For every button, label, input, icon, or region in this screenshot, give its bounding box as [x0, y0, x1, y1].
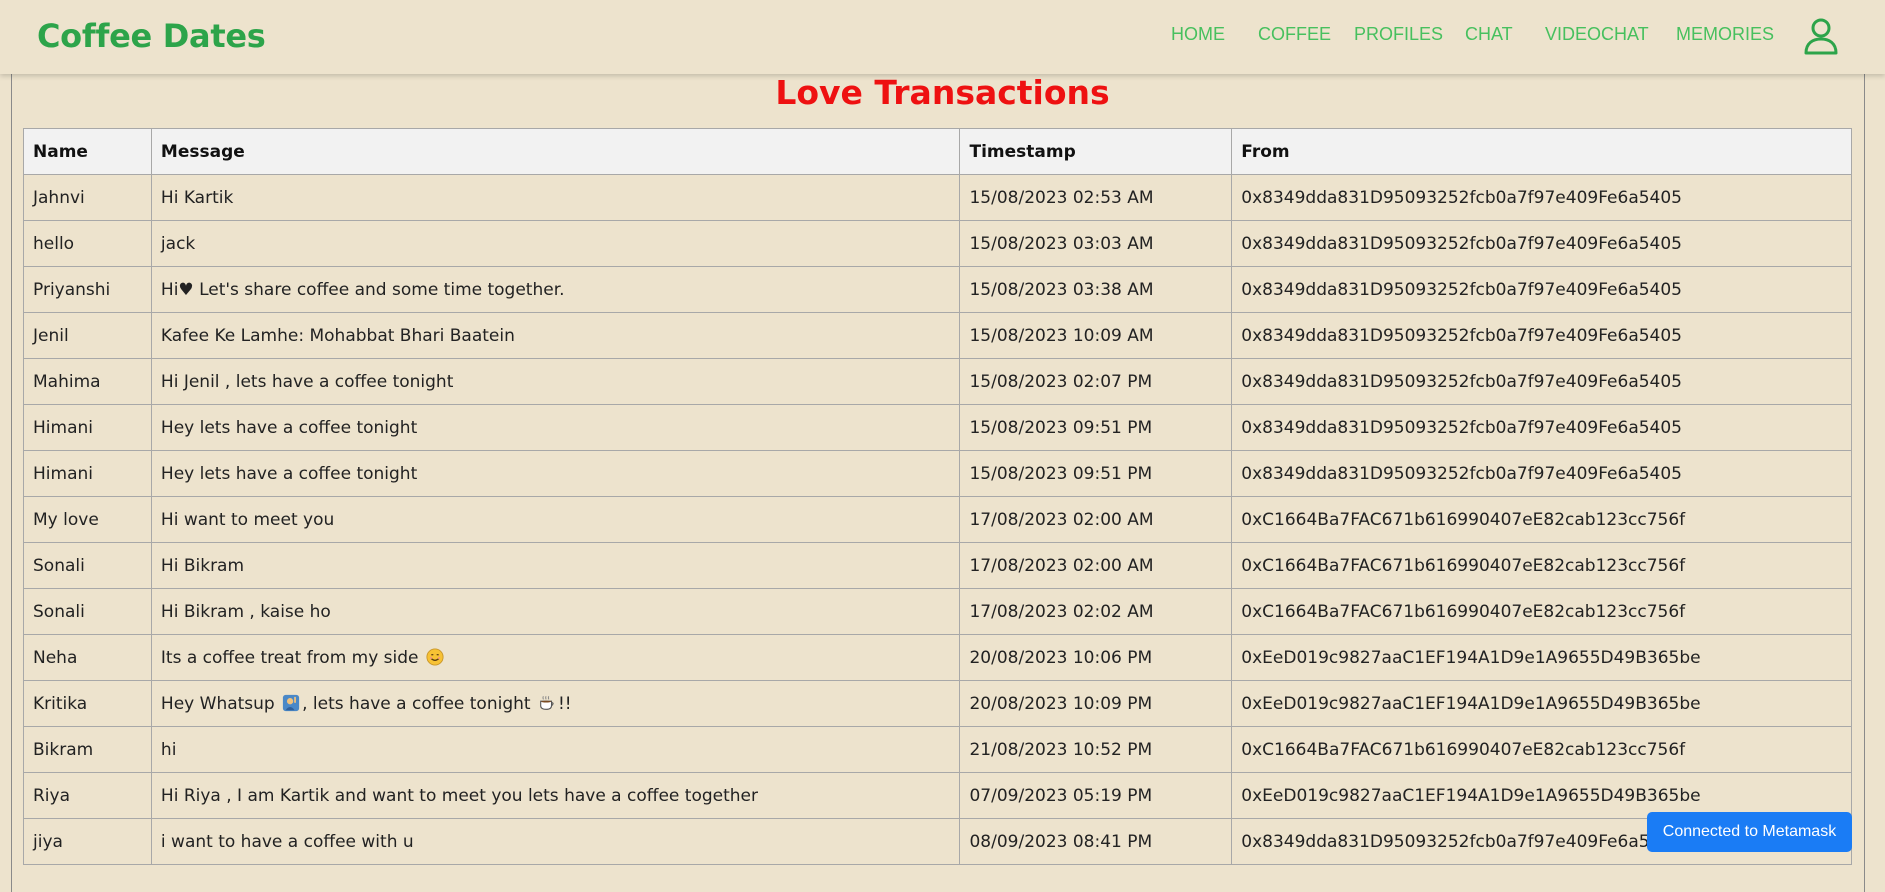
table-row: Himani Hey lets have a coffee tonight 15… [23, 404, 1852, 451]
cell-from: 0xEeD019c9827aaC1EF194A1D9e1A9655D49B365… [1231, 634, 1852, 681]
cell-name: Bikram [23, 726, 152, 773]
cell-from: 0x8349dda831D95093252fcb0a7f97e409Fe6a54… [1231, 266, 1852, 313]
table-row: Riya Hi Riya , I am Kartik and want to m… [23, 772, 1852, 819]
top-navbar: Coffee Dates HOME COFFEE PROFILES CHAT V… [0, 0, 1885, 74]
brand-logo[interactable]: Coffee Dates [37, 17, 266, 55]
cell-timestamp: 15/08/2023 09:51 PM [959, 450, 1233, 497]
table-row: Mahima Hi Jenil , lets have a coffee ton… [23, 358, 1852, 405]
cell-message: Hi want to meet you [150, 496, 961, 543]
cell-timestamp: 15/08/2023 02:53 AM [959, 174, 1233, 221]
smiling-face-icon [426, 647, 444, 666]
cell-timestamp: 17/08/2023 02:00 AM [959, 496, 1233, 543]
cell-from: 0x8349dda831D95093252fcb0a7f97e409Fe6a54… [1231, 358, 1852, 405]
person-raising-hand-icon [283, 694, 300, 711]
cell-name: Mahima [23, 358, 152, 405]
message-text-part: , lets have a coffee tonight [302, 693, 536, 714]
cell-name: Sonali [23, 588, 152, 635]
cell-message: Kafee Ke Lamhe: Mohabbat Bhari Baatein [150, 312, 961, 359]
cell-message: i want to have a coffee with u [150, 818, 961, 865]
hot-beverage-icon [540, 695, 554, 710]
cell-message: Hey lets have a coffee tonight [150, 450, 961, 497]
cell-timestamp: 08/09/2023 08:41 PM [959, 818, 1233, 865]
table-row: My love Hi want to meet you 17/08/2023 0… [23, 496, 1852, 543]
column-header-timestamp: Timestamp [959, 128, 1233, 175]
cell-message: Hi♥ Let's share coffee and some time tog… [150, 266, 961, 313]
table-row: Bikram hi 21/08/2023 10:52 PM 0xC1664Ba7… [23, 726, 1852, 773]
cell-from: 0xC1664Ba7FAC671b616990407eE82cab123cc75… [1231, 542, 1852, 589]
cell-name: Jenil [23, 312, 152, 359]
table-row: jiya i want to have a coffee with u 08/0… [23, 818, 1852, 865]
column-header-from: From [1231, 128, 1852, 175]
cell-name: Priyanshi [23, 266, 152, 313]
cell-from: 0x8349dda831D95093252fcb0a7f97e409Fe6a54… [1231, 404, 1852, 451]
cell-timestamp: 17/08/2023 02:02 AM [959, 588, 1233, 635]
cell-timestamp: 15/08/2023 10:09 AM [959, 312, 1233, 359]
cell-timestamp: 17/08/2023 02:00 AM [959, 542, 1233, 589]
cell-from: 0x8349dda831D95093252fcb0a7f97e409Fe6a54… [1231, 220, 1852, 267]
table-header-row: Name Message Timestamp From [23, 128, 1852, 175]
message-text-part: !! [557, 693, 572, 714]
cell-name: hello [23, 220, 152, 267]
page-title: Love Transactions [775, 73, 1110, 112]
cell-message: Hi Kartik [150, 174, 961, 221]
user-icon[interactable] [1803, 17, 1839, 55]
cell-timestamp: 07/09/2023 05:19 PM [959, 772, 1233, 819]
cell-message: Hi Jenil , lets have a coffee tonight [150, 358, 961, 405]
cell-message: jack [150, 220, 961, 267]
cell-name: Jahnvi [23, 174, 152, 221]
nav-coffee[interactable]: COFFEE [1258, 24, 1331, 45]
table-row: Himani Hey lets have a coffee tonight 15… [23, 450, 1852, 497]
table-row: Kritika Hey Whatsup , lets have a coffee… [23, 680, 1852, 727]
nav-home[interactable]: HOME [1171, 24, 1225, 45]
nav-memories[interactable]: MEMORIES [1676, 24, 1774, 45]
cell-message: Hi Bikram , kaise ho [150, 588, 961, 635]
metamask-status-button[interactable]: Connected to Metamask [1647, 812, 1852, 852]
table-row: Sonali Hi Bikram , kaise ho 17/08/2023 0… [23, 588, 1852, 635]
cell-timestamp: 20/08/2023 10:09 PM [959, 680, 1233, 727]
cell-name: Himani [23, 450, 152, 497]
cell-message: Hi Riya , I am Kartik and want to meet y… [150, 772, 961, 819]
cell-name: Sonali [23, 542, 152, 589]
transactions-table: Name Message Timestamp From Jahnvi Hi Ka… [23, 128, 1852, 865]
message-text: Its a coffee treat from my side [160, 647, 419, 668]
table-row: Neha Its a coffee treat from my side 20/… [23, 634, 1852, 681]
table-row: Priyanshi Hi♥ Let's share coffee and som… [23, 266, 1852, 313]
cell-message: Hey lets have a coffee tonight [150, 404, 961, 451]
column-header-message: Message [150, 128, 961, 175]
cell-from: 0x8349dda831D95093252fcb0a7f97e409Fe6a54… [1231, 174, 1852, 221]
cell-timestamp: 15/08/2023 09:51 PM [959, 404, 1233, 451]
cell-name: Neha [23, 634, 152, 681]
nav-profiles[interactable]: PROFILES [1354, 24, 1443, 45]
cell-message: Hi Bikram [150, 542, 961, 589]
cell-from: 0x8349dda831D95093252fcb0a7f97e409Fe6a54… [1231, 312, 1852, 359]
cell-timestamp: 21/08/2023 10:52 PM [959, 726, 1233, 773]
cell-message: Hey Whatsup , lets have a coffee tonight… [150, 680, 961, 727]
table-row: Sonali Hi Bikram 17/08/2023 02:00 AM 0xC… [23, 542, 1852, 589]
column-header-name: Name [23, 128, 152, 175]
message-text-part: Hey Whatsup [160, 693, 281, 714]
nav-chat[interactable]: CHAT [1465, 24, 1513, 45]
cell-from: 0xEeD019c9827aaC1EF194A1D9e1A9655D49B365… [1231, 680, 1852, 727]
cell-from: 0xC1664Ba7FAC671b616990407eE82cab123cc75… [1231, 726, 1852, 773]
cell-name: jiya [23, 818, 152, 865]
cell-message: hi [150, 726, 961, 773]
cell-from: 0xC1664Ba7FAC671b616990407eE82cab123cc75… [1231, 496, 1852, 543]
cell-timestamp: 15/08/2023 03:38 AM [959, 266, 1233, 313]
cell-name: Kritika [23, 680, 152, 727]
cell-name: My love [23, 496, 152, 543]
cell-from: 0x8349dda831D95093252fcb0a7f97e409Fe6a54… [1231, 450, 1852, 497]
cell-name: Riya [23, 772, 152, 819]
cell-timestamp: 20/08/2023 10:06 PM [959, 634, 1233, 681]
cell-message: Its a coffee treat from my side [150, 634, 961, 681]
cell-timestamp: 15/08/2023 03:03 AM [959, 220, 1233, 267]
nav-videochat[interactable]: VIDEOCHAT [1545, 24, 1649, 45]
cell-name: Himani [23, 404, 152, 451]
table-row: Jenil Kafee Ke Lamhe: Mohabbat Bhari Baa… [23, 312, 1852, 359]
table-row: hello jack 15/08/2023 03:03 AM 0x8349dda… [23, 220, 1852, 267]
table-row: Jahnvi Hi Kartik 15/08/2023 02:53 AM 0x8… [23, 174, 1852, 221]
cell-timestamp: 15/08/2023 02:07 PM [959, 358, 1233, 405]
cell-from: 0xC1664Ba7FAC671b616990407eE82cab123cc75… [1231, 588, 1852, 635]
